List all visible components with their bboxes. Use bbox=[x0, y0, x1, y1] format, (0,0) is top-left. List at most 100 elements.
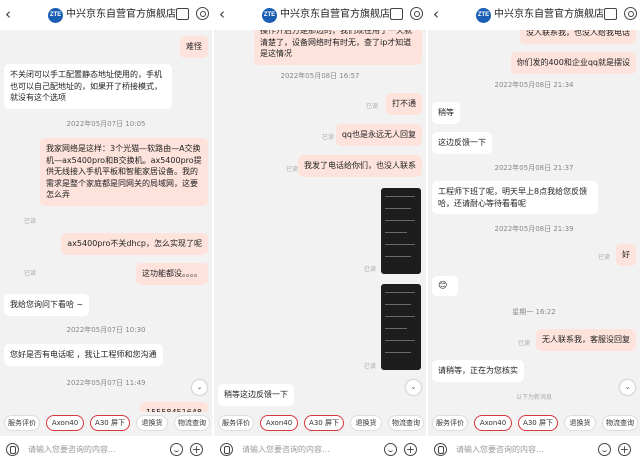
plus-icon[interactable]: + bbox=[404, 443, 417, 456]
plus-icon[interactable]: + bbox=[190, 443, 203, 456]
message-bubble-received: 您好是否有电话呢 ，我让工程师和您沟通 bbox=[4, 344, 163, 366]
quick-actions: 服务评价 Axon40 A30 屏下 退换货 物流查询 bbox=[428, 412, 640, 434]
message-bubble-received: 不关闭可以手工配置静态地址使用的，手机也可以自己配地址的，如果开了桥接模式，就没… bbox=[4, 64, 172, 109]
chip-service-rating[interactable]: 服务评价 bbox=[432, 415, 468, 431]
message-bubble-received: 我给您询问下看哈 ~ bbox=[4, 294, 90, 316]
chat-panel-1: ‹ ZTE 中兴京东自营官方旗舰店 难怪 不关闭可以手工配置静态地址使用的，手机… bbox=[0, 0, 212, 464]
scroll-down-icon[interactable]: ⌄ bbox=[406, 380, 421, 395]
settings-icon[interactable] bbox=[196, 7, 209, 20]
read-status: 已读 bbox=[24, 218, 37, 225]
message-list[interactable]: 难怪 不关闭可以手工配置静态地址使用的，手机也可以自己配地址的，如果开了桥接模式… bbox=[0, 30, 212, 424]
timestamp: 2022年05月08日 21:39 bbox=[494, 225, 574, 233]
read-status: 已读 bbox=[322, 134, 335, 141]
screenshot-image[interactable] bbox=[381, 284, 421, 370]
timestamp: 2022年05月07日 10:05 bbox=[66, 120, 146, 128]
message-bubble-sent: qq也是永远无人回复 bbox=[335, 124, 422, 146]
scroll-down-icon[interactable]: ⌄ bbox=[620, 380, 635, 395]
store-title: 中兴京东自营官方旗舰店 bbox=[494, 9, 604, 20]
message-list[interactable]: 操作开启方是那边的，我们现在用了一天就清楚了，设备网络时有时无，查了ip才知道是… bbox=[214, 20, 426, 410]
read-status: 已读 bbox=[598, 254, 611, 261]
read-status: 已读 bbox=[518, 340, 531, 347]
emoji-icon[interactable] bbox=[384, 443, 397, 456]
read-status: 已读 bbox=[364, 363, 377, 370]
chat-header: ‹ ZTE 中兴京东自营官方旗舰店 bbox=[0, 0, 212, 30]
message-bubble-sent: 打不通 bbox=[386, 93, 422, 115]
store-icon[interactable] bbox=[604, 8, 617, 20]
scroll-down-icon[interactable]: ⌄ bbox=[192, 380, 207, 395]
chat-panel-3: ‹ ZTE 中兴京东自营官方旗舰店 没人联系我，也没人给我电话 你们发的400和… bbox=[428, 0, 640, 464]
back-arrow-icon[interactable]: ‹ bbox=[433, 6, 439, 23]
quick-actions: 服务评价 Axon40 A30 屏下 退换货 物流查询 bbox=[0, 412, 212, 434]
store-logo: ZTE bbox=[48, 8, 63, 23]
read-status: 已读 bbox=[364, 266, 377, 273]
settings-icon[interactable] bbox=[624, 7, 637, 20]
timestamp: 2022年05月07日 10:30 bbox=[66, 326, 146, 334]
message-bubble-emoji: 😊 bbox=[432, 276, 458, 296]
message-bubble-sent: 好 bbox=[616, 244, 636, 266]
chip-a30[interactable]: A30 屏下 bbox=[518, 415, 558, 431]
timestamp: 2022年05月08日 21:37 bbox=[494, 164, 574, 172]
chip-axon40[interactable]: Axon40 bbox=[474, 415, 512, 431]
read-status: 已读 bbox=[366, 103, 379, 110]
chat-header: ‹ ZTE 中兴京东自营官方旗舰店 bbox=[428, 0, 640, 30]
read-status: 已读 bbox=[24, 270, 37, 277]
store-icon[interactable] bbox=[390, 8, 403, 20]
chip-axon40[interactable]: Axon40 bbox=[46, 415, 84, 431]
message-bubble-sent: 你们发的400和企业qq就是摆设 bbox=[510, 52, 636, 74]
store-logo: ZTE bbox=[262, 8, 277, 23]
store-icon[interactable] bbox=[176, 8, 189, 20]
emoji-icon[interactable] bbox=[170, 443, 183, 456]
message-bubble-sent: 无人联系我，客服没回复 bbox=[536, 329, 636, 351]
timestamp: 2022年05月08日 16:57 bbox=[280, 72, 360, 80]
message-bubble-received: 这边反馈一下 bbox=[432, 132, 492, 154]
quick-actions: 服务评价 Axon40 A30 屏下 退换货 物流查询 bbox=[214, 412, 426, 434]
settings-icon[interactable] bbox=[410, 7, 423, 20]
emoji-image: 😊 bbox=[438, 281, 448, 291]
new-messages-divider: 以下为新消息 bbox=[515, 394, 552, 401]
chat-header: ‹ ZTE 中兴京东自营官方旗舰店 bbox=[214, 0, 426, 30]
plus-icon[interactable]: + bbox=[618, 443, 631, 456]
store-logo: ZTE bbox=[476, 8, 491, 23]
voice-icon[interactable] bbox=[220, 443, 233, 456]
input-bar: 请输入您要咨询的内容... + bbox=[428, 436, 640, 464]
voice-icon[interactable] bbox=[434, 443, 447, 456]
message-list[interactable]: 没人联系我，也没人给我电话 你们发的400和企业qq就是摆设 2022年05月0… bbox=[428, 22, 640, 410]
screenshot-image[interactable] bbox=[381, 188, 421, 274]
message-bubble-sent: ax5400pro不关dhcp，怎么实现了呢 bbox=[61, 233, 208, 255]
emoji-icon[interactable] bbox=[598, 443, 611, 456]
message-bubble-sent: 这功能都没。。。。 bbox=[136, 263, 208, 285]
input-bar: 请输入您要咨询的内容... + bbox=[214, 436, 426, 464]
message-bubble-received: 请稍等，正在为您核实 bbox=[432, 360, 524, 382]
message-input[interactable]: 请输入您要咨询的内容... bbox=[456, 445, 544, 455]
timestamp: 2022年05月07日 11:49 bbox=[66, 379, 146, 387]
chip-a30[interactable]: A30 屏下 bbox=[90, 415, 130, 431]
message-bubble-sent: 我家网络是这样：3个光猫—软路由—A交换机—ax5400pro和B交换机。ax5… bbox=[40, 138, 208, 206]
chip-axon40[interactable]: Axon40 bbox=[260, 415, 298, 431]
voice-icon[interactable] bbox=[6, 443, 19, 456]
chip-a30[interactable]: A30 屏下 bbox=[304, 415, 344, 431]
chip-logistics[interactable]: 物流查询 bbox=[388, 415, 424, 431]
store-title: 中兴京东自营官方旗舰店 bbox=[280, 9, 390, 20]
input-bar: 请输入您要咨询的内容... + bbox=[0, 436, 212, 464]
message-input[interactable]: 请输入您要咨询的内容... bbox=[28, 445, 116, 455]
timestamp: 星期一 16:22 bbox=[512, 308, 556, 316]
chip-return[interactable]: 退换货 bbox=[136, 415, 168, 431]
timestamp: 2022年05月08日 21:34 bbox=[494, 81, 574, 89]
message-bubble-received: 稍等 bbox=[432, 102, 460, 124]
message-bubble-sent: 难怪 bbox=[180, 36, 208, 58]
message-bubble-sent: 我发了电话给你们，也没人联系 bbox=[298, 155, 422, 177]
chip-logistics[interactable]: 物流查询 bbox=[174, 415, 210, 431]
message-input[interactable]: 请输入您要咨询的内容... bbox=[242, 445, 330, 455]
chip-return[interactable]: 退换货 bbox=[564, 415, 596, 431]
chip-service-rating[interactable]: 服务评价 bbox=[4, 415, 40, 431]
message-bubble-received: 稍等这边反馈一下 bbox=[218, 384, 294, 406]
back-arrow-icon[interactable]: ‹ bbox=[5, 6, 11, 23]
chip-logistics[interactable]: 物流查询 bbox=[602, 415, 638, 431]
message-bubble-received: 工程师下班了呢，明天早上8点我给您反馈哈，还请耐心等待看看呢 bbox=[432, 181, 598, 214]
back-arrow-icon[interactable]: ‹ bbox=[219, 6, 225, 23]
read-status: 已读 bbox=[286, 166, 299, 173]
store-title: 中兴京东自营官方旗舰店 bbox=[66, 9, 176, 20]
chip-return[interactable]: 退换货 bbox=[350, 415, 382, 431]
chat-panel-2: ‹ ZTE 中兴京东自营官方旗舰店 操作开启方是那边的，我们现在用了一天就清楚了… bbox=[214, 0, 426, 464]
chip-service-rating[interactable]: 服务评价 bbox=[218, 415, 254, 431]
